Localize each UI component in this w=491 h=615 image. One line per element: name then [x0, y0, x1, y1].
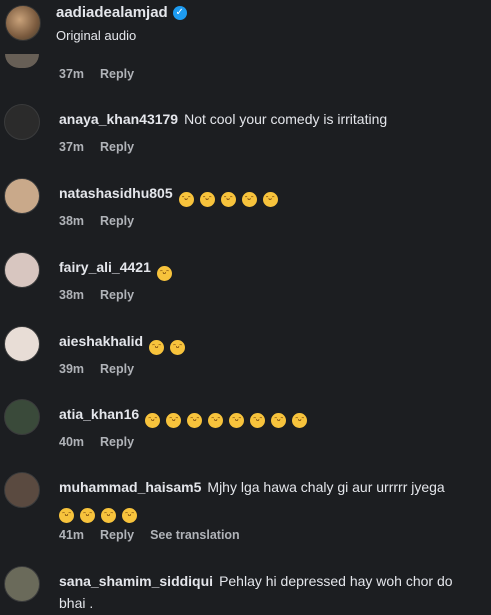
comment-meta: 40m Reply	[59, 435, 134, 449]
reply-link[interactable]: Reply	[100, 214, 134, 228]
commenter-username[interactable]: atia_khan16	[59, 406, 139, 422]
commenter-username[interactable]: sana_shamim_siddiqui	[59, 573, 213, 589]
commenter-username[interactable]: fairy_ali_4421	[59, 259, 151, 275]
comment-meta: 38m Reply	[59, 214, 134, 228]
comment-meta: 37m Reply	[59, 67, 134, 81]
comment-meta: 38m Reply	[59, 288, 134, 302]
commenter-avatar[interactable]	[4, 252, 40, 288]
partial-avatar	[5, 54, 39, 68]
audio-label[interactable]: Original audio	[56, 28, 136, 43]
reply-link[interactable]: Reply	[100, 140, 134, 154]
comment-meta: 41m Reply See translation	[59, 528, 240, 542]
comment-body: anaya_khan43179 Not cool your comedy is i…	[59, 108, 479, 130]
grinning-squinting-face-icon: ᵔᴗᵔ	[199, 192, 215, 207]
comment-body: natashasidhu805 ᵔᴗᵔ ᵔᴗᵔ ᵔᴗᵔ ᵔᴗᵔ ᵔᴗᵔ	[59, 182, 479, 207]
commenter-avatar[interactable]	[4, 472, 40, 508]
reply-link[interactable]: Reply	[100, 362, 134, 376]
grinning-squinting-face-icon: ᵔᴗᵔ	[170, 340, 186, 355]
grinning-squinting-face-icon: ᵔᴗᵔ	[229, 413, 245, 428]
reply-link[interactable]: Reply	[100, 528, 134, 542]
comment-time: 38m	[59, 214, 85, 228]
author-name-row: aadiadealamjad ✓	[56, 4, 187, 21]
grinning-squinting-face-icon: ᵔᴗᵔ	[122, 508, 137, 523]
author-avatar[interactable]	[5, 5, 41, 41]
commenter-username[interactable]: aieshakhalid	[59, 333, 143, 349]
comment-time: 38m	[59, 288, 85, 302]
grinning-squinting-face-icon: ᵔᴗᵔ	[156, 266, 172, 281]
grinning-squinting-face-icon: ᵔᴗᵔ	[178, 192, 194, 207]
commenter-avatar[interactable]	[4, 326, 40, 362]
commenter-username[interactable]: natashasidhu805	[59, 185, 173, 201]
grinning-squinting-face-icon: ᵔᴗᵔ	[59, 508, 74, 523]
grinning-squinting-face-icon: ᵔᴗᵔ	[250, 413, 266, 428]
comment-meta: 37m Reply	[59, 140, 134, 154]
commenter-avatar[interactable]	[4, 566, 40, 602]
comment-body: muhammad_haisam5 Mjhy lga hawa chaly gi a…	[59, 476, 479, 523]
comment-text: Not cool your comedy is irritating	[184, 111, 388, 127]
grinning-squinting-face-icon: ᵔᴗᵔ	[220, 192, 236, 207]
grinning-squinting-face-icon: ᵔᴗᵔ	[271, 413, 287, 428]
author-username[interactable]: aadiadealamjad	[56, 4, 168, 21]
comment-time: 41m	[59, 528, 85, 542]
grinning-squinting-face-icon: ᵔᴗᵔ	[241, 192, 257, 207]
post-header: aadiadealamjad ✓ Original audio	[0, 0, 491, 52]
commenter-avatar[interactable]	[4, 178, 40, 214]
verified-badge-icon: ✓	[172, 5, 187, 20]
comment-body: aieshakhalid ᵔᴗᵔ ᵔᴗᵔ	[59, 330, 479, 355]
see-translation-link[interactable]: See translation	[150, 528, 240, 542]
grinning-squinting-face-icon: ᵔᴗᵔ	[187, 413, 203, 428]
comment-time: 37m	[59, 67, 85, 81]
commenter-avatar[interactable]	[4, 104, 40, 140]
commenter-username[interactable]: anaya_khan43179	[59, 111, 178, 127]
grinning-squinting-face-icon: ᵔᴗᵔ	[166, 413, 182, 428]
comment-body: atia_khan16 ᵔᴗᵔ ᵔᴗᵔ ᵔᴗᵔ ᵔᴗᵔ ᵔᴗᵔ ᵔᴗᵔ ᵔᴗᵔ ᵔᴗᵔ	[59, 403, 479, 428]
grinning-squinting-face-icon: ᵔᴗᵔ	[145, 413, 161, 428]
grinning-squinting-face-icon: ᵔᴗᵔ	[149, 340, 165, 355]
comment-body: fairy_ali_4421 ᵔᴗᵔ	[59, 256, 479, 281]
grinning-squinting-face-icon: ᵔᴗᵔ	[208, 413, 224, 428]
comment-time: 39m	[59, 362, 85, 376]
comment-body: sana_shamim_siddiqui Pehlay hi depressed …	[59, 570, 479, 614]
grinning-squinting-face-icon: ᵔᴗᵔ	[292, 413, 308, 428]
reply-link[interactable]: Reply	[100, 435, 134, 449]
grinning-squinting-face-icon: ᵔᴗᵔ	[101, 508, 116, 523]
commenter-avatar[interactable]	[4, 399, 40, 435]
comment-meta: 39m Reply	[59, 362, 134, 376]
reply-link[interactable]: Reply	[100, 288, 134, 302]
grinning-squinting-face-icon: ᵔᴗᵔ	[80, 508, 95, 523]
comment-time: 40m	[59, 435, 85, 449]
comment-time: 37m	[59, 140, 85, 154]
grinning-squinting-face-icon: ᵔᴗᵔ	[262, 192, 278, 207]
commenter-username[interactable]: muhammad_haisam5	[59, 479, 201, 495]
comment-text: Mjhy lga hawa chaly gi aur urrrrr jyega	[207, 479, 445, 495]
reply-link[interactable]: Reply	[100, 67, 134, 81]
